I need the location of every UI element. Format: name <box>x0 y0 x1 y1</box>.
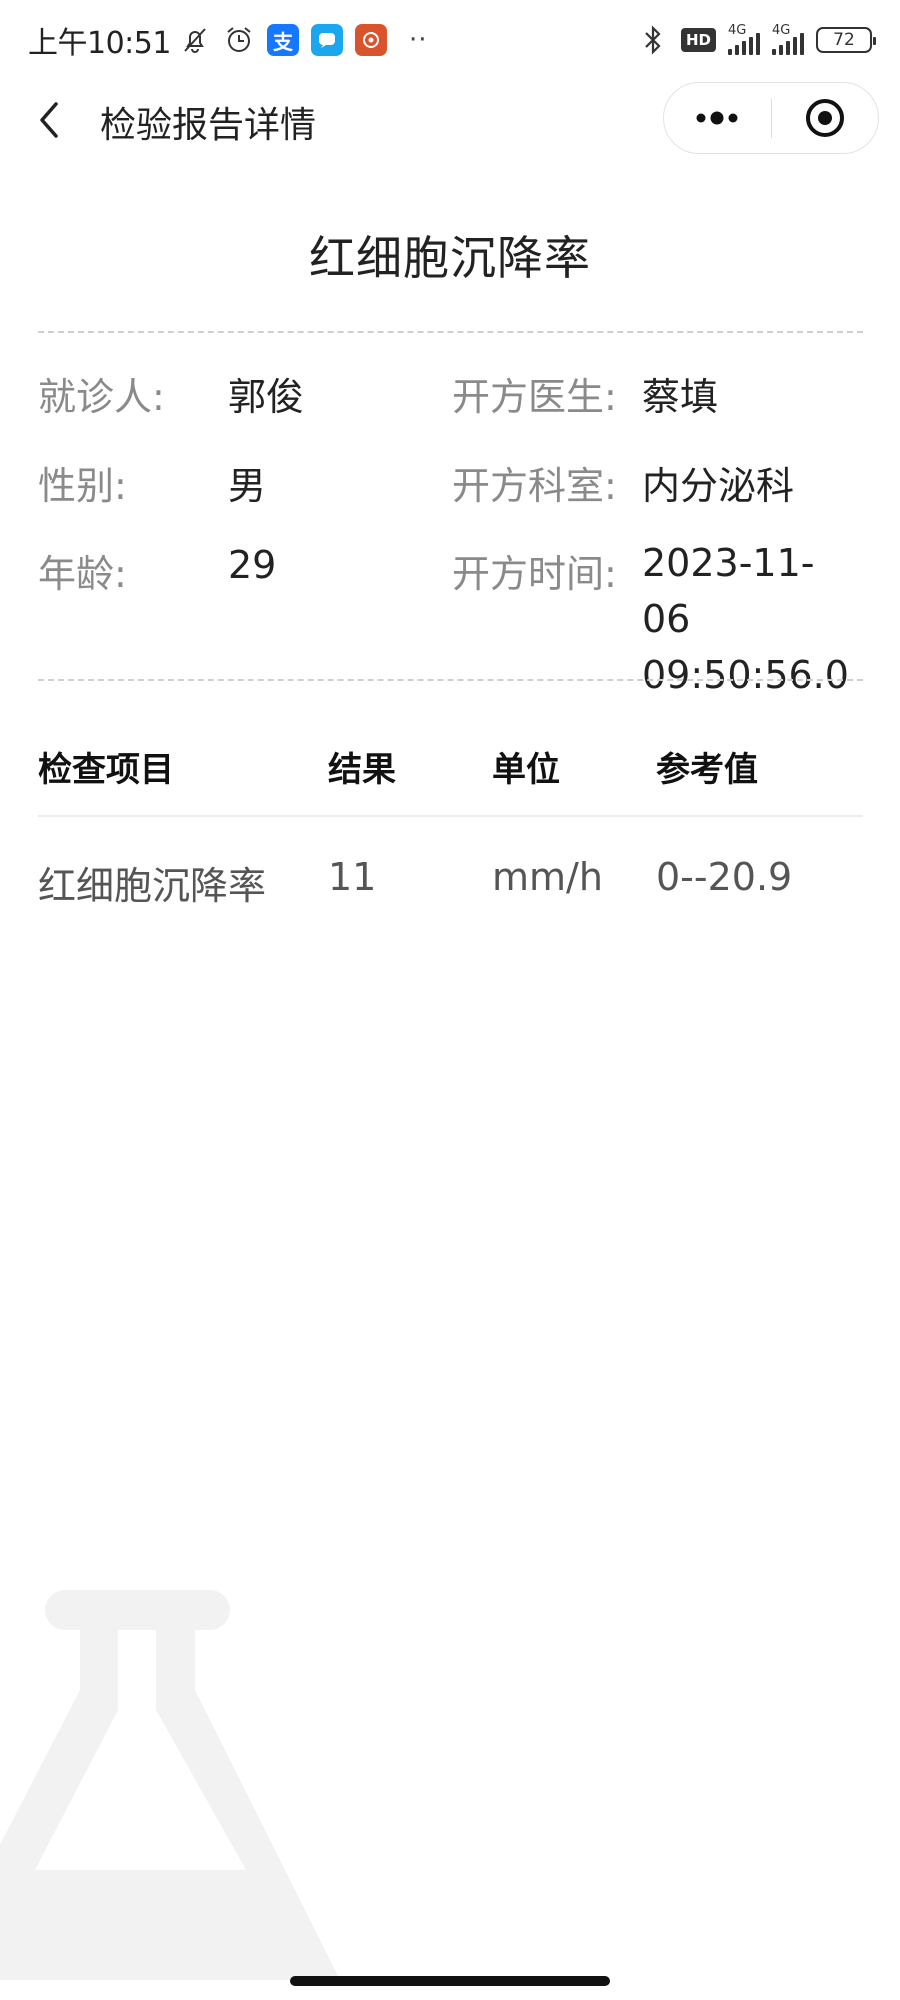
flask-watermark-icon <box>0 1590 340 1980</box>
patient-label: 就诊人: <box>38 375 165 419</box>
more-button[interactable] <box>664 83 771 153</box>
status-bar: 上午10:51 支 ·· HD 4G 4G 72 <box>0 0 900 80</box>
patient-value: 郭俊 <box>228 375 305 419</box>
more-notifications-icon: ·· <box>408 25 428 55</box>
alarm-clock-icon <box>223 24 255 56</box>
table-header-result: 结果 <box>328 750 396 790</box>
music-app-icon <box>354 24 387 56</box>
cell-reference: 0--20.9 <box>656 855 793 899</box>
table-header-unit: 单位 <box>492 750 560 790</box>
department-label: 开方科室: <box>452 464 617 508</box>
table-header-reference: 参考值 <box>656 750 758 790</box>
table-header-item: 检查项目 <box>38 750 174 790</box>
department-value: 内分泌科 <box>642 464 795 508</box>
close-mini-program-button[interactable] <box>772 83 879 153</box>
doctor-value: 蔡填 <box>642 375 719 419</box>
alipay-icon: 支 <box>266 24 299 56</box>
time-label: 开方时间: <box>452 552 617 596</box>
gender-label: 性别: <box>38 464 127 508</box>
mini-program-capsule <box>663 82 879 154</box>
age-value: 29 <box>228 543 277 587</box>
more-dots-icon <box>696 111 738 125</box>
target-circle-icon <box>805 99 844 137</box>
page-title: 检验报告详情 <box>100 105 317 146</box>
back-button[interactable] <box>30 98 74 142</box>
mute-bell-icon <box>179 24 211 56</box>
doctor-label: 开方医生: <box>452 375 617 419</box>
battery-icon: 72 <box>816 27 876 53</box>
hd-voice-badge: HD <box>680 28 716 52</box>
cell-item: 红细胞沉降率 <box>38 864 267 908</box>
signal-strength-icon-2: 4G <box>772 23 804 55</box>
nav-bar: 检验报告详情 <box>0 80 900 160</box>
divider-top <box>38 331 863 333</box>
status-right-icons: HD 4G 4G 72 <box>637 23 876 56</box>
divider-bottom <box>38 679 863 681</box>
status-time: 上午10:51 <box>28 26 171 61</box>
status-left-icons: 支 ·· <box>179 24 428 56</box>
cell-unit: mm/h <box>492 855 603 899</box>
report-title: 红细胞沉降率 <box>309 231 591 285</box>
signal-strength-icon: 4G <box>728 23 760 55</box>
home-indicator <box>290 1976 610 1986</box>
bluetooth-icon <box>637 24 669 56</box>
gender-value: 男 <box>228 464 267 508</box>
chat-app-icon <box>310 24 343 56</box>
time-value: 2023-11-06 09:50:56.0 <box>642 541 849 697</box>
cell-result: 11 <box>328 855 377 899</box>
table-divider <box>38 815 863 817</box>
chevron-left-icon <box>40 102 58 138</box>
age-label: 年龄: <box>38 552 127 596</box>
